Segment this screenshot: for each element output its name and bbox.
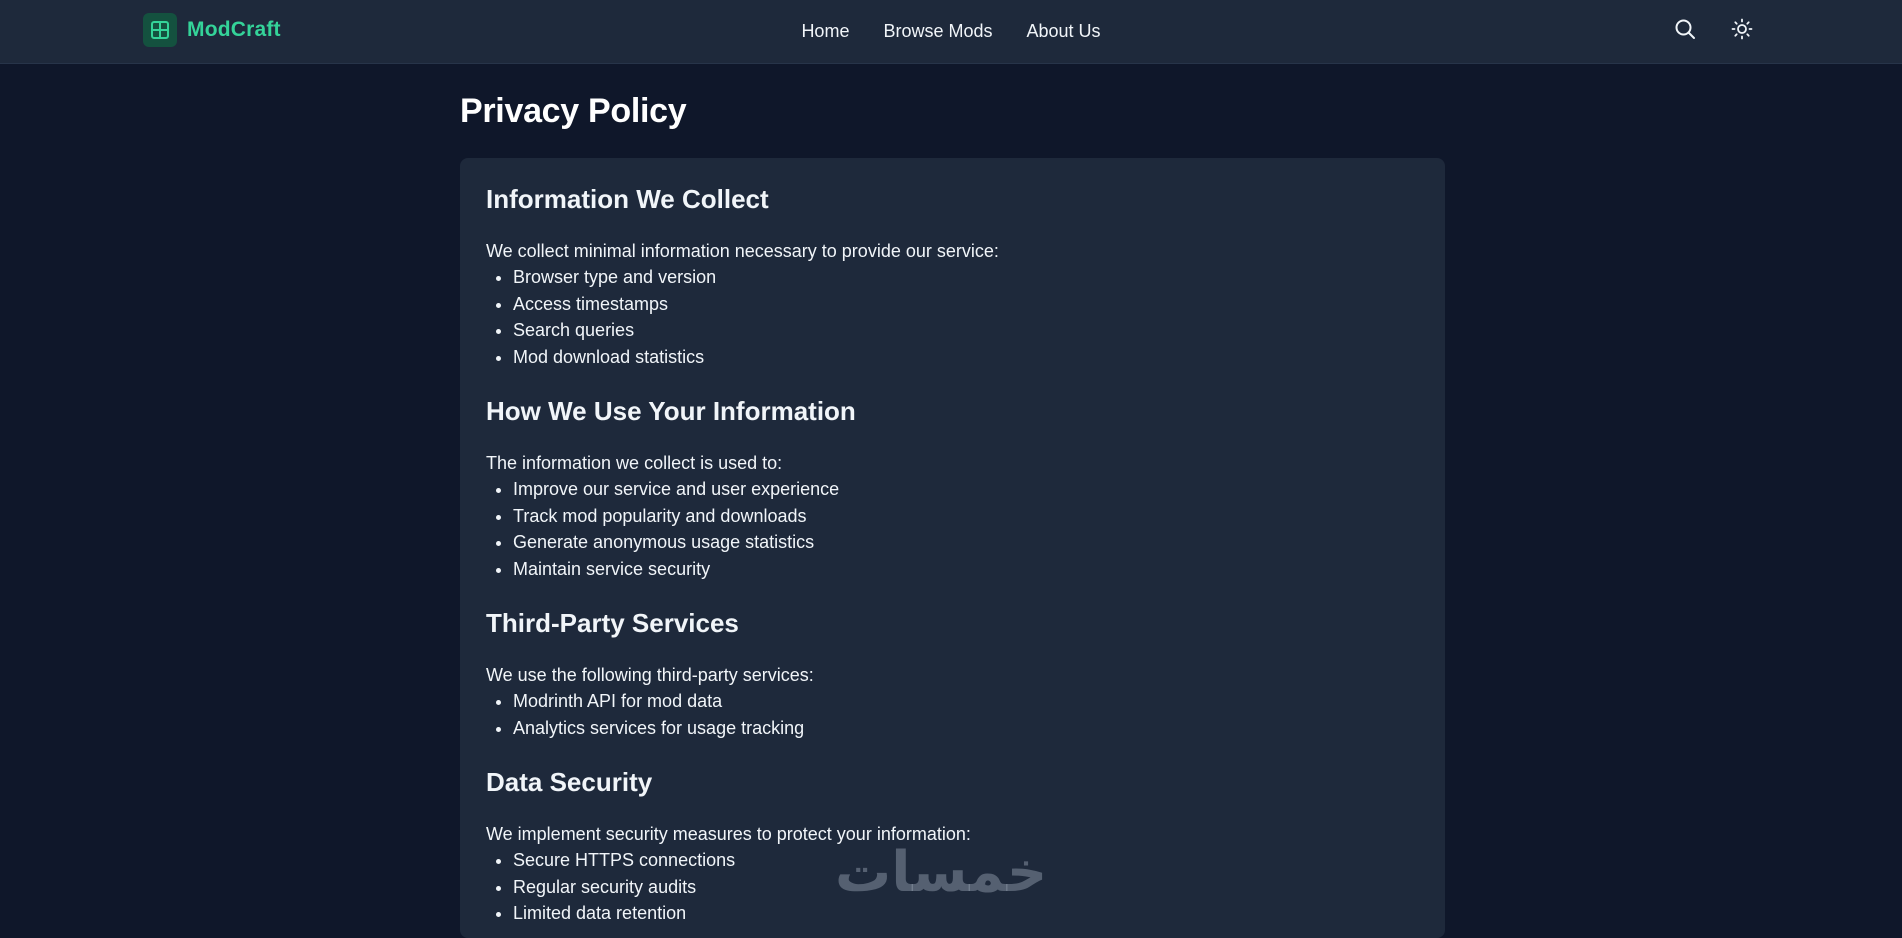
section-list: Modrinth API for mod data Analytics serv… [486,688,1419,741]
list-item: Browser type and version [513,264,1419,291]
theme-toggle-button[interactable] [1726,15,1758,47]
section-list: Secure HTTPS connections Regular securit… [486,847,1419,927]
nav-about-us-link[interactable]: About Us [1027,21,1101,42]
section-intro: We implement security measures to protec… [486,824,971,844]
list-item: Generate anonymous usage statistics [513,529,1419,556]
grid-icon [143,13,177,47]
brand-name: ModCraft [187,18,281,41]
section-heading: Third-Party Services [486,608,739,638]
nav-home-link[interactable]: Home [801,21,849,42]
brand-logo[interactable]: ModCraft [143,13,281,47]
page-title: Privacy Policy [460,92,687,130]
section-intro: We collect minimal information necessary… [486,241,999,261]
nav-browse-mods-link[interactable]: Browse Mods [883,21,992,42]
list-item: Modrinth API for mod data [513,688,1419,715]
list-item: Secure HTTPS connections [513,847,1419,874]
section-third-party-services: Third-Party Services We use the followin… [486,608,1419,741]
top-navbar: ModCraft Home Browse Mods About Us [0,0,1902,64]
list-item: Maintain service security [513,556,1419,583]
section-information-we-collect: Information We Collect We collect minima… [486,184,1419,370]
section-heading: How We Use Your Information [486,396,856,426]
section-intro: We use the following third-party service… [486,665,814,685]
section-data-security: Data Security We implement security meas… [486,767,1419,927]
list-item: Regular security audits [513,874,1419,901]
list-item: Limited data retention [513,900,1419,927]
list-item: Improve our service and user experience [513,476,1419,503]
section-heading: Data Security [486,767,653,797]
section-list: Browser type and version Access timestam… [486,264,1419,370]
list-item: Mod download statistics [513,344,1419,371]
main-nav: Home Browse Mods About Us [0,0,1902,62]
policy-card: Information We Collect We collect minima… [460,158,1445,938]
list-item: Search queries [513,317,1419,344]
section-list: Improve our service and user experience … [486,476,1419,582]
section-heading: Information We Collect [486,184,769,214]
section-intro: The information we collect is used to: [486,453,783,473]
section-how-we-use: How We Use Your Information The informat… [486,396,1419,582]
list-item: Access timestamps [513,291,1419,318]
sun-icon [1731,18,1753,45]
search-icon [1674,18,1696,45]
list-item: Analytics services for usage tracking [513,715,1419,742]
list-item: Track mod popularity and downloads [513,503,1419,530]
search-button[interactable] [1669,15,1701,47]
